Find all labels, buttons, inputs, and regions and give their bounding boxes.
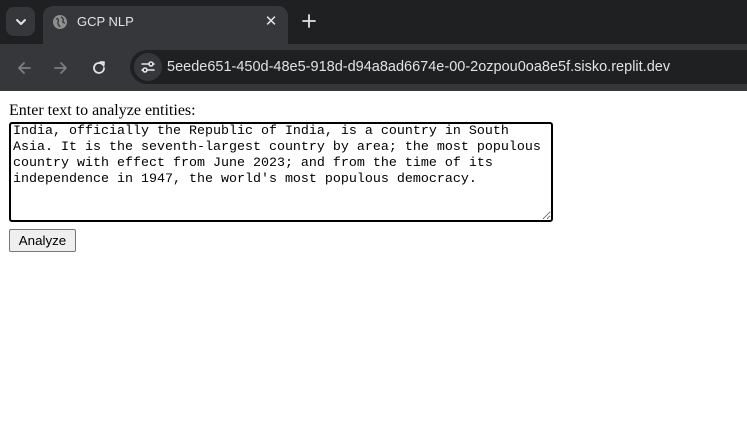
browser-tab-strip: GCP NLP ✕ [0,0,747,44]
forward-button[interactable] [48,55,74,81]
tab-title: GCP NLP [77,14,134,29]
arrow-left-icon [18,62,31,74]
site-info-button[interactable] [134,53,162,81]
new-tab-button[interactable] [297,9,321,33]
browser-tab-active[interactable]: GCP NLP ✕ [43,6,288,44]
chevron-down-icon [15,18,26,25]
browser-toolbar: 5eede651-450d-48e5-918d-d94a8ad6674e-00-… [0,44,747,91]
reload-button[interactable] [86,55,112,81]
tune-icon [141,61,155,73]
text-input-label: Enter text to analyze entities: [9,102,196,119]
close-icon[interactable]: ✕ [261,11,281,31]
page-content: Enter text to analyze entities: India, o… [0,91,747,427]
back-button[interactable] [11,55,37,81]
address-bar[interactable]: 5eede651-450d-48e5-918d-d94a8ad6674e-00-… [130,50,747,84]
url-text[interactable]: 5eede651-450d-48e5-918d-d94a8ad6674e-00-… [167,58,670,76]
plus-icon [302,14,316,28]
tab-search-button[interactable] [6,7,35,36]
entity-text-input[interactable]: India, officially the Republic of India,… [9,122,553,222]
globe-icon [53,15,67,29]
arrow-right-icon [54,62,67,74]
reload-icon [93,61,105,74]
analyze-button[interactable]: Analyze [9,229,76,252]
